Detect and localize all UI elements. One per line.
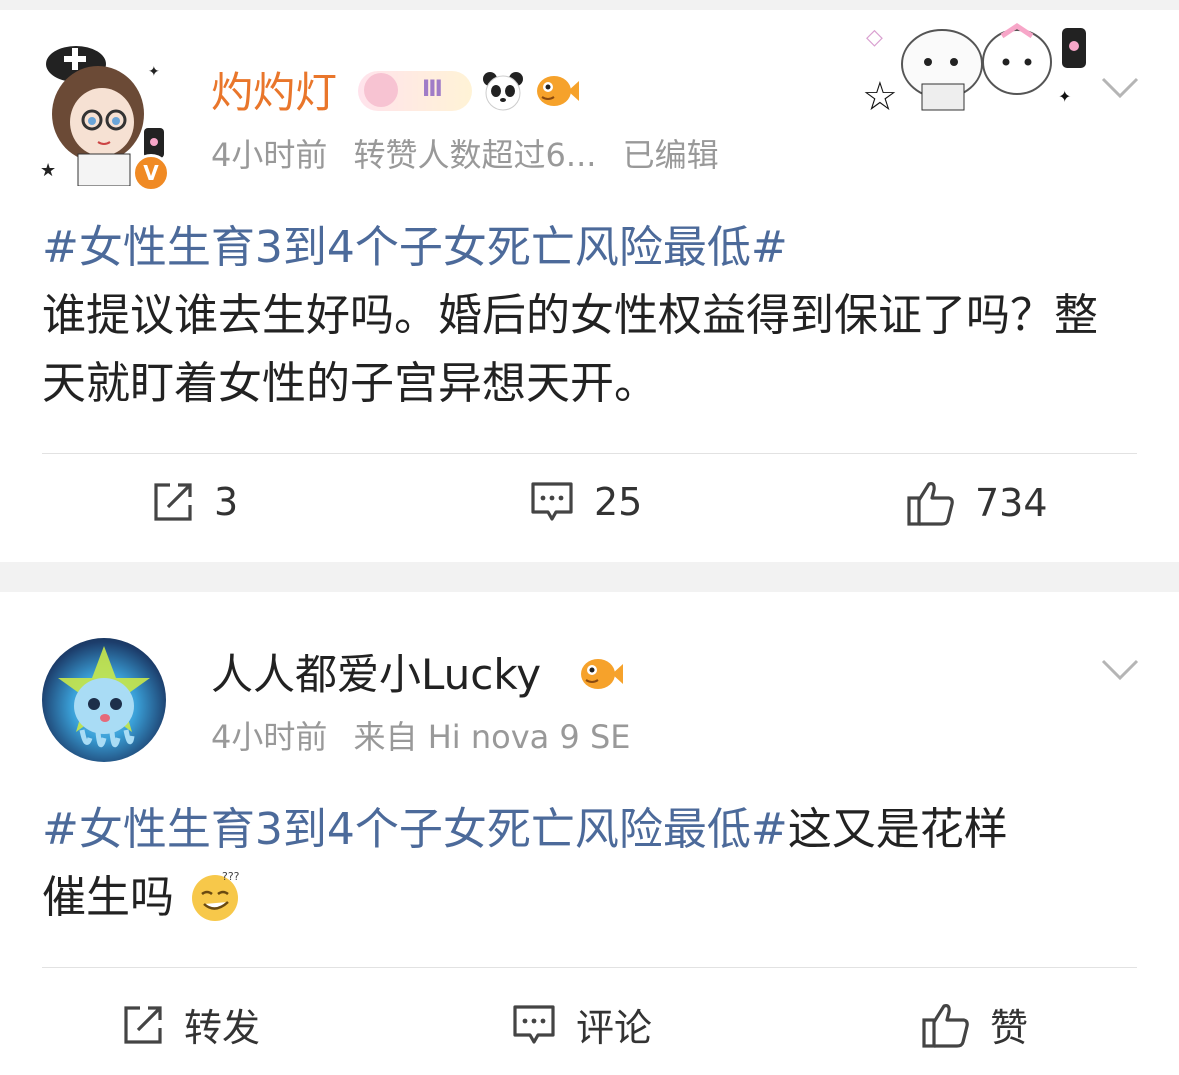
panda-icon[interactable]	[482, 70, 524, 112]
svg-text:???: ???	[222, 870, 240, 883]
post-card: 人人都爱小Lucky 4小时前 来自 Hi nova 9 SE #女性生育3到4…	[0, 592, 1179, 1075]
hashtag-link[interactable]: #女性生育3到4个子女死亡风险最低#	[42, 222, 788, 273]
username[interactable]: 人人都爱小Lucky	[211, 650, 541, 700]
post-meta: 4小时前 转赞人数超过6... 已编辑	[211, 135, 719, 175]
post-text: #女性生育3到4个子女死亡风险最低# 谁提议谁去生好吗。婚后的女性权益得到保证了…	[42, 214, 1137, 418]
svg-text:★: ★	[40, 160, 56, 181]
post-time: 4小时前	[211, 718, 328, 756]
svg-text:✦: ✦	[1058, 87, 1071, 106]
badge-row	[578, 654, 624, 694]
comment-count: 25	[594, 480, 643, 524]
comment-label: 评论	[576, 1006, 653, 1050]
post-card: ★ ✦ V 灼灼灯 Ⅲ 4小时前 转赞人数超过6... 已编辑 ☆ ◇ ✦ #女…	[0, 10, 1179, 562]
badge-row: Ⅲ	[358, 70, 580, 112]
hashtag-link[interactable]: #女性生育3到4个子女死亡风险最低#	[42, 804, 788, 855]
divider	[42, 967, 1137, 968]
verified-badge-icon: V	[132, 154, 170, 192]
like-button[interactable]: 赞	[922, 997, 1028, 1052]
thumbs-up-icon	[907, 482, 954, 526]
avatar[interactable]: ★ ✦ V	[36, 36, 176, 192]
smirk-emoji-icon: ???	[188, 868, 242, 922]
fish-icon[interactable]	[534, 71, 580, 111]
comment-button[interactable]: 评论	[512, 997, 652, 1052]
share-icon	[124, 1005, 162, 1044]
svg-text:✦: ✦	[148, 64, 160, 80]
post-text: #女性生育3到4个子女死亡风险最低#这又是花样 催生吗 ???	[42, 796, 1137, 932]
share-icon	[154, 483, 192, 521]
avatar[interactable]	[42, 638, 166, 762]
post-source[interactable]: 来自 Hi nova 9 SE	[354, 718, 631, 756]
divider	[42, 453, 1137, 454]
post-body-line2: 催生吗	[42, 872, 174, 923]
chevron-down-icon[interactable]	[1101, 76, 1139, 100]
like-button[interactable]: 734	[907, 480, 1048, 526]
repost-label: 转发	[184, 1006, 261, 1050]
card-sticker-decoration: ☆ ◇ ✦	[862, 14, 1092, 120]
post-meta: 4小时前 来自 Hi nova 9 SE	[211, 717, 631, 757]
comment-button[interactable]: 25	[530, 480, 642, 524]
comment-icon	[513, 1004, 555, 1044]
svg-text:◇: ◇	[866, 25, 883, 50]
repost-button[interactable]: 3	[152, 480, 238, 524]
svg-text:☆: ☆	[862, 74, 898, 118]
repost-button[interactable]: 转发	[122, 997, 260, 1052]
like-count: 734	[975, 481, 1048, 525]
member-badge-icon[interactable]: Ⅲ	[358, 71, 472, 111]
fish-icon[interactable]	[578, 654, 624, 694]
chevron-down-icon[interactable]	[1101, 658, 1139, 682]
username[interactable]: 灼灼灯	[211, 68, 337, 118]
edited-label[interactable]: 已编辑	[623, 136, 719, 174]
thumbs-up-icon	[922, 1003, 969, 1048]
like-label: 赞	[990, 1006, 1029, 1050]
post-body: 这又是花样	[787, 804, 1008, 855]
post-time: 4小时前	[211, 136, 328, 174]
repost-count: 3	[214, 480, 239, 524]
comment-icon	[531, 482, 573, 521]
post-stat-note: 转赞人数超过6...	[353, 136, 597, 174]
post-body: 谁提议谁去生好吗。婚后的女性权益得到保证了吗？整天就盯着女性的子宫异想天开。	[42, 290, 1098, 409]
